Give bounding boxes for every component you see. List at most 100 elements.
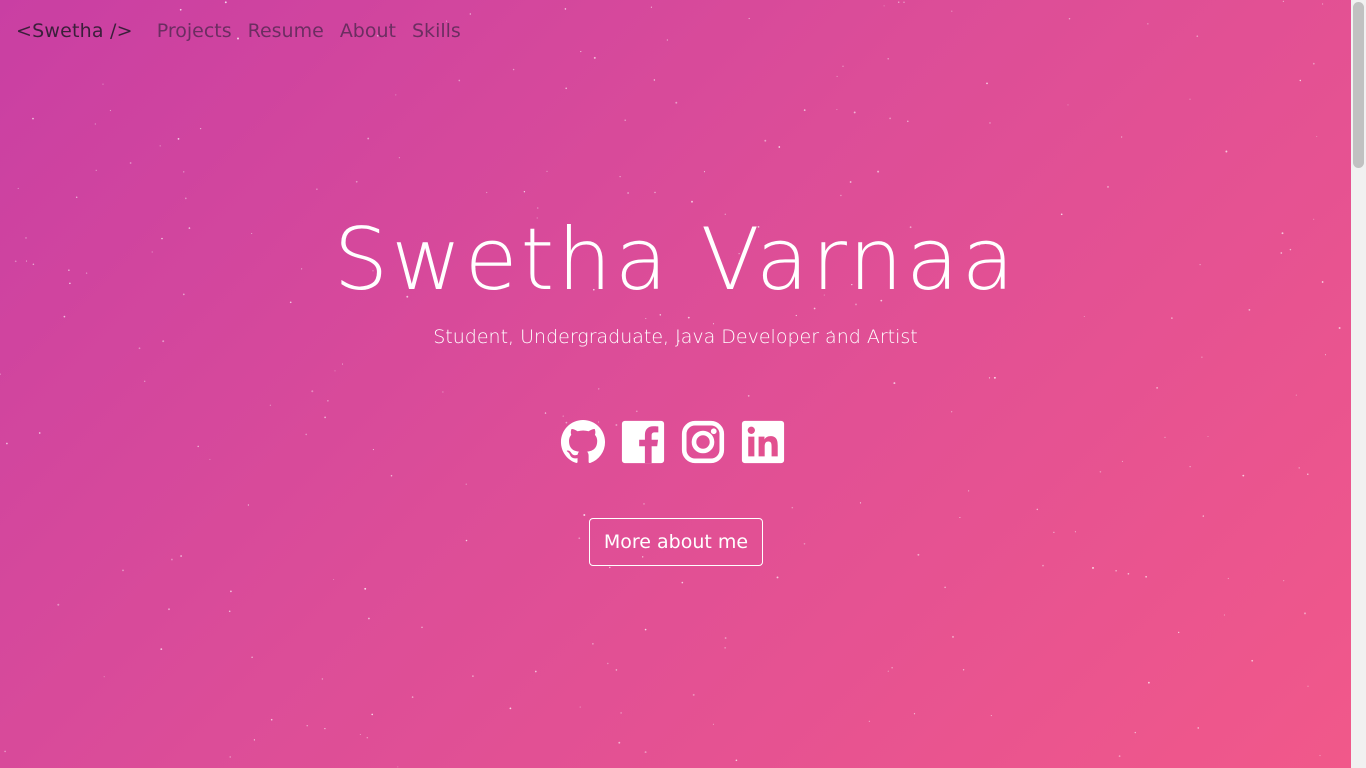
star-dot [316,188,318,190]
star-dot [659,314,662,316]
star-dot [989,122,991,124]
star-dot [6,442,8,445]
star-dot [1283,580,1285,582]
star-dot [1121,460,1123,462]
star-dot [703,171,706,173]
star-dot [959,516,961,519]
linkedin-icon[interactable] [740,419,786,465]
star-dot [103,676,105,678]
star-dot [197,445,199,448]
github-icon[interactable] [560,419,606,465]
star-dot [778,146,781,148]
star-dot [791,506,794,509]
nav-link-about[interactable]: About [340,20,396,42]
star-dot [681,581,684,584]
star-dot [371,713,374,716]
star-dot [327,400,329,402]
star-dot [687,316,690,319]
star-dot [160,648,163,650]
instagram-icon[interactable] [680,419,726,465]
star-dot [184,197,187,200]
vertical-scrollbar[interactable] [1351,0,1366,768]
star-dot [618,741,621,744]
star-dot [1207,435,1209,438]
star-dot [1178,631,1180,634]
star-dot [724,647,726,649]
starfield-background [0,0,1341,768]
star-dot [102,83,104,85]
star-dot [993,376,996,379]
star-dot [251,656,253,658]
star-dot [836,108,838,111]
nav-link-resume[interactable]: Resume [248,20,324,42]
star-dot [1092,566,1094,569]
star-dot [1225,150,1228,153]
star-dot [372,449,374,451]
star-dot [644,628,647,631]
star-dot [143,380,146,383]
star-dot [534,670,537,673]
star-dot [32,117,34,120]
star-dot [643,503,645,505]
navbar: <Swetha /> Projects Resume About Skills [0,0,1351,62]
star-dot [247,504,250,506]
star-dot [764,139,767,142]
star-dot [917,553,920,556]
star-dot [747,395,750,397]
star-dot [230,590,232,593]
star-dot [645,318,647,319]
star-dot [907,120,909,123]
star-dot [1042,564,1044,567]
star-dot [1118,755,1121,757]
star-dot [653,79,656,81]
star-dot [615,669,618,671]
star-dot [1295,394,1297,396]
star-dot [893,382,896,385]
star-dot [712,723,714,725]
star-dot [324,416,326,419]
star-dot [465,483,467,485]
star-dot [364,587,367,590]
star-dot [1299,79,1302,82]
brand-logo[interactable]: <Swetha /> [16,20,133,42]
page: <Swetha /> Projects Resume About Skills … [0,0,1351,768]
star-dot [355,180,358,183]
star-dot [95,169,97,171]
more-about-me-button[interactable]: More about me [589,518,763,566]
star-dot [229,756,231,758]
star-dot [0,373,1,375]
star-dot [562,415,564,417]
star-dot [776,576,779,579]
hero-subtitle: Student, Undergraduate, Java Developer a… [433,326,918,348]
star-dot [509,707,512,710]
star-dot [253,739,256,741]
nav-link-skills[interactable]: Skills [412,20,461,42]
star-dot [421,626,423,629]
star-dot [691,200,693,203]
star-dot [990,715,992,717]
star-dot [544,412,547,414]
star-dot [512,68,515,71]
star-dot [177,138,180,140]
star-dot [1134,731,1137,734]
nav-link-projects[interactable]: Projects [157,20,232,42]
star-dot [840,194,842,197]
star-dot [967,490,970,492]
star-dot [368,617,370,620]
star-dot [269,404,272,406]
star-dot [1083,315,1085,318]
star-dot [644,751,647,754]
star-dot [592,643,594,645]
star-dot [411,696,414,698]
star-dot [333,578,335,581]
star-dot [486,191,488,194]
star-dot [654,191,656,194]
star-dot [397,766,399,768]
star-dot [1164,436,1166,439]
star-dot [1053,531,1055,533]
star-dot [803,109,806,111]
star-dot [168,608,170,611]
scrollbar-thumb[interactable] [1353,2,1364,168]
facebook-icon[interactable] [620,419,666,465]
star-dot [889,117,891,120]
